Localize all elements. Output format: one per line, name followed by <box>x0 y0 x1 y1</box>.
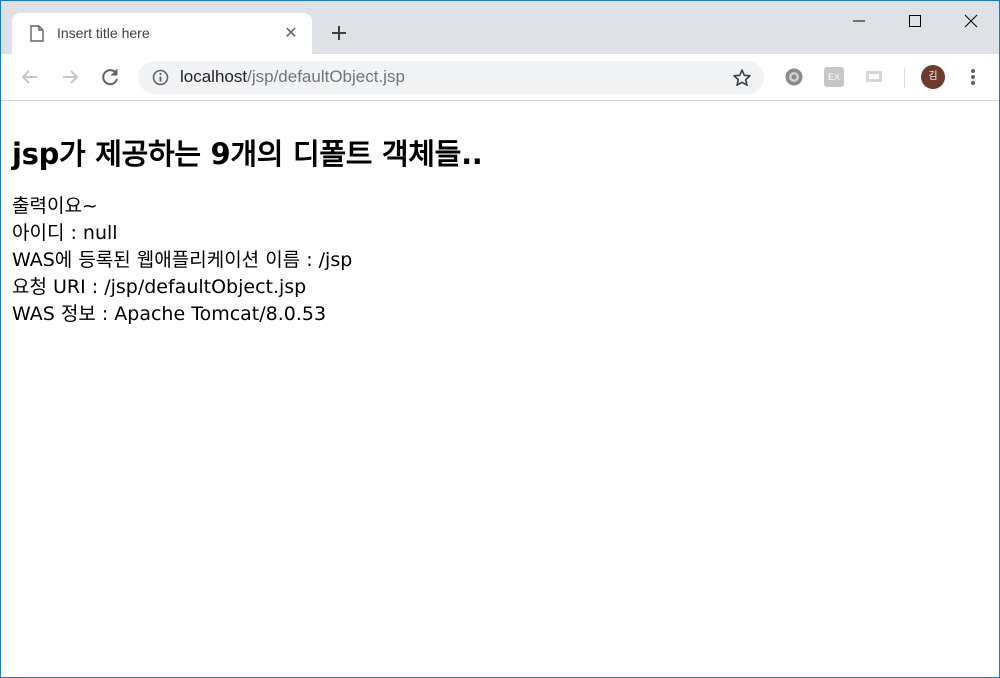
plus-icon <box>332 26 346 40</box>
tab-active[interactable]: Insert title here ✕ <box>12 13 312 54</box>
profile-avatar[interactable]: 김 <box>921 65 945 89</box>
close-icon <box>964 14 978 28</box>
info-icon[interactable] <box>152 69 169 86</box>
new-tab-button[interactable] <box>327 21 351 45</box>
page-content: jsp가 제공하는 9개의 디폴트 객체들.. 출력이요~ 아이디 : null… <box>1 101 999 677</box>
reload-button[interactable] <box>98 65 122 89</box>
screen-extension-icon[interactable] <box>864 67 884 87</box>
toolbar: localhost/jsp/defaultObject.jsp EX 김 <box>1 54 999 101</box>
toolbar-divider <box>904 68 905 88</box>
arrow-left-icon <box>21 70 37 84</box>
more-vert-icon <box>971 69 975 85</box>
back-button[interactable] <box>18 65 42 89</box>
reload-icon <box>102 69 118 86</box>
forward-button[interactable] <box>58 65 82 89</box>
url-text[interactable]: localhost/jsp/defaultObject.jsp <box>180 67 405 87</box>
menu-button[interactable] <box>963 65 983 89</box>
tab-title: Insert title here <box>57 25 150 41</box>
output-line: 요청 URI : /jsp/defaultObject.jsp <box>12 276 307 298</box>
output-line: 출력이요~ <box>12 195 98 217</box>
output-line: WAS 정보 : Apache Tomcat/8.0.53 <box>12 303 327 325</box>
document-icon <box>30 25 44 42</box>
browser-window: Insert title here ✕ localhost/jsp/defaul… <box>0 0 1000 678</box>
star-icon[interactable] <box>732 68 752 88</box>
output-line: WAS에 등록된 웹애플리케이션 이름 : /jsp <box>12 249 353 271</box>
tab-strip: Insert title here ✕ <box>1 1 999 54</box>
url-host: localhost <box>180 67 248 86</box>
output-line: 아이디 : null <box>12 222 118 244</box>
page-heading: jsp가 제공하는 9개의 디폴트 객체들.. <box>12 137 483 171</box>
minimize-icon <box>853 20 865 22</box>
url-path: /jsp/defaultObject.jsp <box>247 67 405 86</box>
maximize-icon <box>909 15 921 27</box>
gear-extension-icon[interactable] <box>784 67 804 87</box>
output-lines: 출력이요~ 아이디 : null WAS에 등록된 웹애플리케이션 이름 : /… <box>12 193 352 328</box>
minimize-button[interactable] <box>836 1 882 39</box>
address-bar[interactable]: localhost/jsp/defaultObject.jsp <box>138 61 764 94</box>
ex-extension-icon[interactable]: EX <box>824 67 844 87</box>
maximize-button[interactable] <box>892 1 938 39</box>
close-window-button[interactable] <box>948 1 994 39</box>
tab-close-icon[interactable]: ✕ <box>283 25 299 41</box>
arrow-right-icon <box>63 70 79 84</box>
